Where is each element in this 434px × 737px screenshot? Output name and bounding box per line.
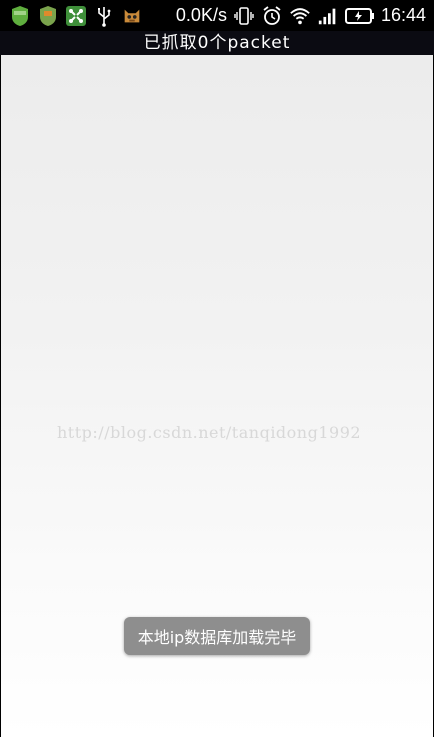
usb-icon xyxy=(93,5,115,27)
toast-message: 本地ip数据库加载完毕 xyxy=(124,617,310,655)
signal-icon xyxy=(317,5,339,27)
watermark-text: http://blog.csdn.net/tanqidong1992 xyxy=(57,423,362,442)
app-title-bar: 已抓取0个packet xyxy=(0,31,434,55)
status-bar: 0.0K/s 16:44 xyxy=(0,0,434,31)
shield-green-icon xyxy=(9,5,31,27)
alarm-icon xyxy=(261,5,283,27)
vibrate-icon xyxy=(233,5,255,27)
cat-app-icon xyxy=(121,5,143,27)
wifi-icon xyxy=(289,5,311,27)
shield-orange-icon xyxy=(37,5,59,27)
page-title: 已抓取0个packet xyxy=(143,33,291,53)
network-speed: 0.0K/s xyxy=(175,5,227,25)
battery-charging-icon xyxy=(344,5,375,27)
clock: 16:44 xyxy=(380,5,426,25)
toast-text: 本地ip数据库加载完毕 xyxy=(137,628,297,647)
notification-icons xyxy=(0,5,143,27)
apps-grid-icon xyxy=(65,5,87,27)
system-status: 0.0K/s 16:44 xyxy=(176,5,434,27)
